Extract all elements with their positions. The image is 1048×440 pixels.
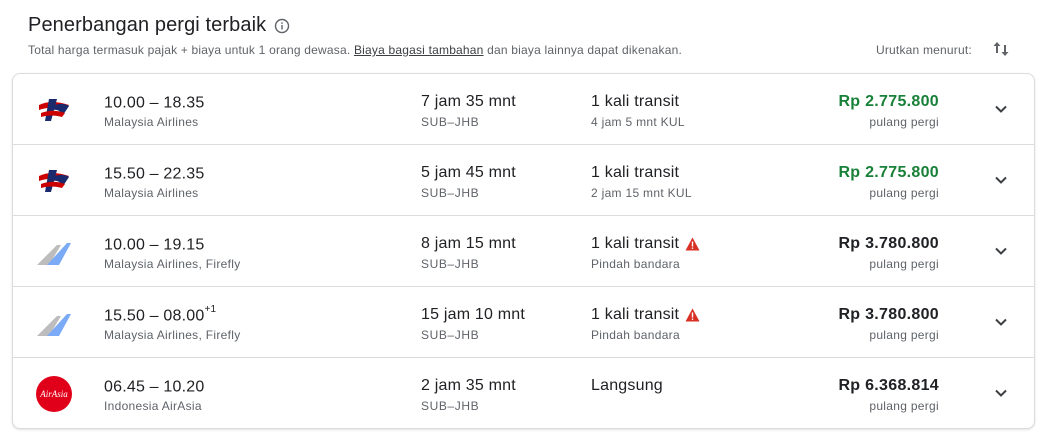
airline-name: Indonesia AirAsia: [104, 399, 202, 413]
expand-chevron-icon[interactable]: [992, 171, 1010, 189]
stops: Langsung: [591, 377, 663, 395]
price-type: pulang pergi: [869, 115, 939, 129]
airasia-logo: AirAsia: [35, 375, 73, 413]
flight-row[interactable]: 10.00 – 18.35 Malaysia Airlines 7 jam 35…: [13, 74, 1034, 145]
expand-chevron-icon[interactable]: [992, 242, 1010, 260]
flight-route: SUB–JHB: [421, 186, 480, 200]
multi-airline-tail-logo: [35, 304, 73, 342]
flight-duration: 5 jam 45 mnt: [421, 164, 516, 181]
stops-label: Langsung: [591, 377, 663, 394]
expand-chevron-icon[interactable]: [992, 313, 1010, 331]
flight-duration: 7 jam 35 mnt: [421, 93, 516, 110]
title-row: Penerbangan pergi terbaik: [28, 14, 290, 37]
airline-name: Malaysia Airlines: [104, 186, 199, 200]
flight-row[interactable]: 15.50 – 08.00+1 Malaysia Airlines, Firef…: [13, 287, 1034, 358]
stop-detail: 2 jam 15 mnt KUL: [591, 186, 692, 200]
flight-row[interactable]: 10.00 – 19.15 Malaysia Airlines, Firefly…: [13, 216, 1034, 287]
stop-detail: 4 jam 5 mnt KUL: [591, 115, 685, 129]
stops-label: 1 kali transit: [591, 235, 680, 252]
flight-times: 06.45 – 10.20: [104, 377, 204, 396]
stops: 1 kali transit: [591, 93, 679, 111]
stops-label: 1 kali transit: [591, 164, 680, 181]
airline-name: Malaysia Airlines, Firefly: [104, 257, 241, 271]
price-type: pulang pergi: [869, 399, 939, 413]
svg-text:AirAsia: AirAsia: [39, 389, 68, 399]
flight-times: 10.00 – 18.35: [104, 93, 204, 112]
departure-arrival-time: 10.00 – 19.15: [104, 236, 205, 254]
flight-price: Rp 2.775.800: [838, 93, 939, 110]
info-icon[interactable]: [274, 18, 290, 34]
page-title: Penerbangan pergi terbaik: [28, 14, 267, 36]
sort-icon[interactable]: [991, 39, 1011, 59]
stops: 1 kali transit: [591, 306, 700, 324]
warning-icon: [685, 308, 700, 322]
flight-route: SUB–JHB: [421, 257, 480, 271]
stop-detail: Pindah bandara: [591, 257, 680, 271]
stops-label: 1 kali transit: [591, 93, 680, 110]
expand-chevron-icon[interactable]: [992, 100, 1010, 118]
price-type: pulang pergi: [869, 257, 939, 271]
flight-list: 10.00 – 18.35 Malaysia Airlines 7 jam 35…: [12, 73, 1035, 429]
departure-arrival-time: 06.45 – 10.20: [104, 378, 205, 396]
flight-price: Rp 2.775.800: [838, 164, 939, 181]
disclaimer-text-2: dan biaya lainnya dapat dikenakan.: [483, 43, 683, 57]
flight-price: Rp 3.780.800: [838, 235, 939, 252]
price-type: pulang pergi: [869, 186, 939, 200]
results-header: Penerbangan pergi terbaik Total harga te…: [0, 0, 1048, 72]
flight-row[interactable]: 15.50 – 22.35 Malaysia Airlines 5 jam 45…: [13, 145, 1034, 216]
price-disclaimer: Total harga termasuk pajak + biaya untuk…: [28, 43, 682, 57]
flight-duration: 8 jam 15 mnt: [421, 235, 516, 252]
sort-label: Urutkan menurut:: [876, 43, 972, 57]
flight-times: 15.50 – 08.00+1: [104, 304, 217, 325]
malaysia-airlines-logo: [35, 162, 73, 200]
airline-name: Malaysia Airlines: [104, 115, 199, 129]
next-day-indicator: +1: [204, 304, 217, 315]
flight-duration: 15 jam 10 mnt: [421, 306, 525, 323]
flight-price: Rp 3.780.800: [838, 306, 939, 323]
malaysia-airlines-logo: [35, 91, 73, 129]
multi-airline-tail-logo: [35, 233, 73, 271]
expand-chevron-icon[interactable]: [992, 384, 1010, 402]
stops: 1 kali transit: [591, 235, 700, 253]
departure-arrival-time: 15.50 – 22.35: [104, 165, 205, 183]
flight-route: SUB–JHB: [421, 328, 480, 342]
departure-arrival-time: 10.00 – 18.35: [104, 94, 205, 112]
warning-icon: [685, 237, 700, 251]
flight-price: Rp 6.368.814: [838, 377, 939, 394]
stop-detail: Pindah bandara: [591, 328, 680, 342]
stops-label: 1 kali transit: [591, 306, 680, 323]
flight-times: 15.50 – 22.35: [104, 164, 204, 183]
price-type: pulang pergi: [869, 328, 939, 342]
flight-times: 10.00 – 19.15: [104, 235, 204, 254]
baggage-fees-link[interactable]: Biaya bagasi tambahan: [354, 43, 484, 57]
departure-arrival-time: 15.50 – 08.00: [104, 307, 205, 325]
airline-name: Malaysia Airlines, Firefly: [104, 328, 241, 342]
flight-route: SUB–JHB: [421, 399, 480, 413]
flight-row[interactable]: AirAsia 06.45 – 10.20 Indonesia AirAsia …: [13, 358, 1034, 428]
flight-route: SUB–JHB: [421, 115, 480, 129]
flight-duration: 2 jam 35 mnt: [421, 377, 516, 394]
disclaimer-text-1: Total harga termasuk pajak + biaya untuk…: [28, 43, 354, 57]
stops: 1 kali transit: [591, 164, 679, 182]
